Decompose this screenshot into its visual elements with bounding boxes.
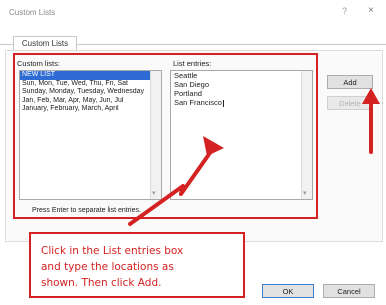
up-arrow-icon [362, 88, 380, 154]
callout-line: and type the locations as [41, 261, 174, 273]
instruction-callout: Click in the List entries box and type t… [29, 232, 245, 298]
callout-line: Click in the List entries box [41, 245, 184, 257]
zigzag-arrow-icon [128, 136, 224, 226]
callout-line: shown. Then click Add. [41, 277, 162, 289]
